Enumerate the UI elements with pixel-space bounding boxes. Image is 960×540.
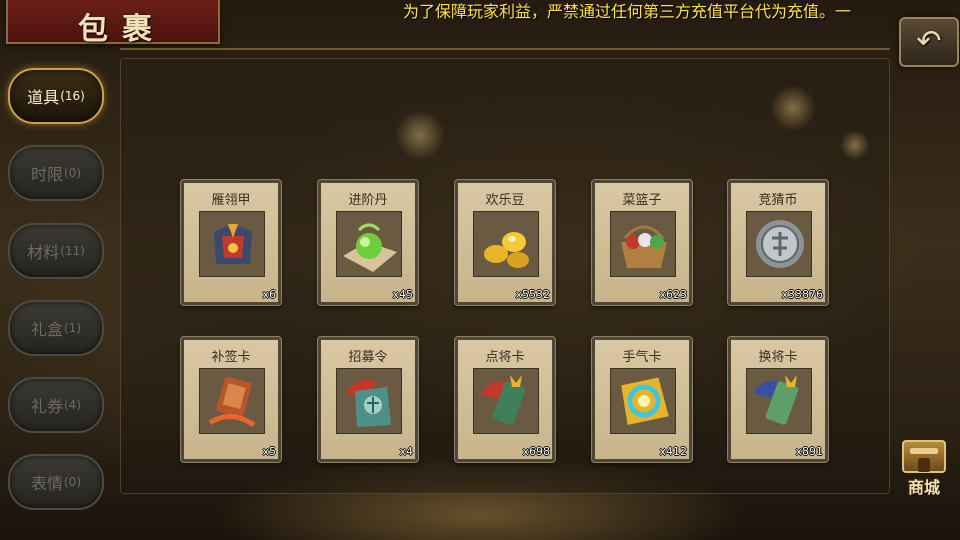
swap-card-icon: [746, 368, 812, 434]
tab-label: 时限: [30, 165, 63, 184]
tab-materials[interactable]: 材料 (11): [8, 223, 104, 279]
luck-card-icon: [610, 368, 676, 434]
tab-count: (0): [64, 166, 81, 180]
item-quantity: x891: [795, 445, 823, 458]
item-name: 补签卡: [211, 350, 251, 365]
recruit-token-icon: [336, 368, 402, 434]
item-quantity: x698: [522, 445, 550, 458]
item-card[interactable]: 换将卡 x891: [727, 336, 829, 463]
item-name: 进阶丹: [348, 193, 388, 208]
item-name: 手气卡: [622, 350, 662, 365]
basket-icon: [610, 211, 676, 277]
tab-count: (11): [60, 244, 85, 258]
back-arrow-icon: ↶: [916, 24, 942, 59]
item-quantity: x4: [399, 445, 413, 458]
item-quantity: x33876: [781, 288, 823, 301]
item-card[interactable]: 进阶丹 x45: [317, 179, 419, 306]
tab-label: 道具: [27, 88, 60, 107]
item-quantity: x45: [392, 288, 413, 301]
gold-beans-icon: [473, 211, 539, 277]
general-card-icon: [473, 368, 539, 434]
tab-items[interactable]: 道具 (16): [8, 68, 104, 124]
item-name: 换将卡: [758, 350, 798, 365]
tab-count: (16): [60, 89, 85, 103]
item-name: 招募令: [348, 350, 388, 365]
item-quantity: x623: [659, 288, 687, 301]
item-card[interactable]: 竞猜币 x33876: [727, 179, 829, 306]
item-quantity: x5: [262, 445, 276, 458]
item-name: 竞猜币: [758, 193, 798, 208]
tab-count: (1): [64, 321, 81, 335]
tab-label: 材料: [27, 243, 60, 262]
tab-vouchers[interactable]: 礼券 (4): [8, 377, 104, 433]
item-name: 雁翎甲: [211, 193, 251, 208]
signin-card-icon: [199, 368, 265, 434]
item-quantity: x5532: [515, 288, 550, 301]
shop-button[interactable]: 商城: [893, 440, 955, 498]
tab-count: (0): [64, 475, 81, 489]
item-name: 欢乐豆: [485, 193, 525, 208]
item-card[interactable]: 招募令 x4: [317, 336, 419, 463]
armor-icon: [199, 211, 265, 277]
page-title: 包裹: [78, 12, 166, 47]
tab-emotes[interactable]: 表情 (0): [8, 454, 104, 510]
tab-count: (4): [64, 398, 81, 412]
item-card[interactable]: 欢乐豆 x5532: [454, 179, 556, 306]
item-card[interactable]: 补签卡 x5: [180, 336, 282, 463]
tab-timed[interactable]: 时限 (0): [8, 145, 104, 201]
tab-label: 表情: [30, 474, 63, 493]
pill-icon: [336, 211, 402, 277]
tab-label: 礼券: [30, 397, 63, 416]
item-quantity: x6: [262, 288, 276, 301]
item-name: 点将卡: [485, 350, 525, 365]
silver-coin-icon: [746, 211, 812, 277]
scrolling-notice: 为了保障玩家利益，严禁通过任何第三方充值平台代为充值。一: [403, 2, 852, 21]
tab-gift-boxes[interactable]: 礼盒 (1): [8, 300, 104, 356]
shop-label: 商城: [907, 478, 940, 497]
item-card[interactable]: 点将卡 x698: [454, 336, 556, 463]
item-name: 菜篮子: [622, 193, 662, 208]
item-card[interactable]: 菜篮子 x623: [591, 179, 693, 306]
item-quantity: x412: [659, 445, 687, 458]
item-card[interactable]: 手气卡 x412: [591, 336, 693, 463]
back-button[interactable]: ↶: [899, 17, 959, 67]
shop-chest-icon: [902, 440, 946, 473]
item-card[interactable]: 雁翎甲 x6: [180, 179, 282, 306]
tab-label: 礼盒: [30, 320, 63, 339]
